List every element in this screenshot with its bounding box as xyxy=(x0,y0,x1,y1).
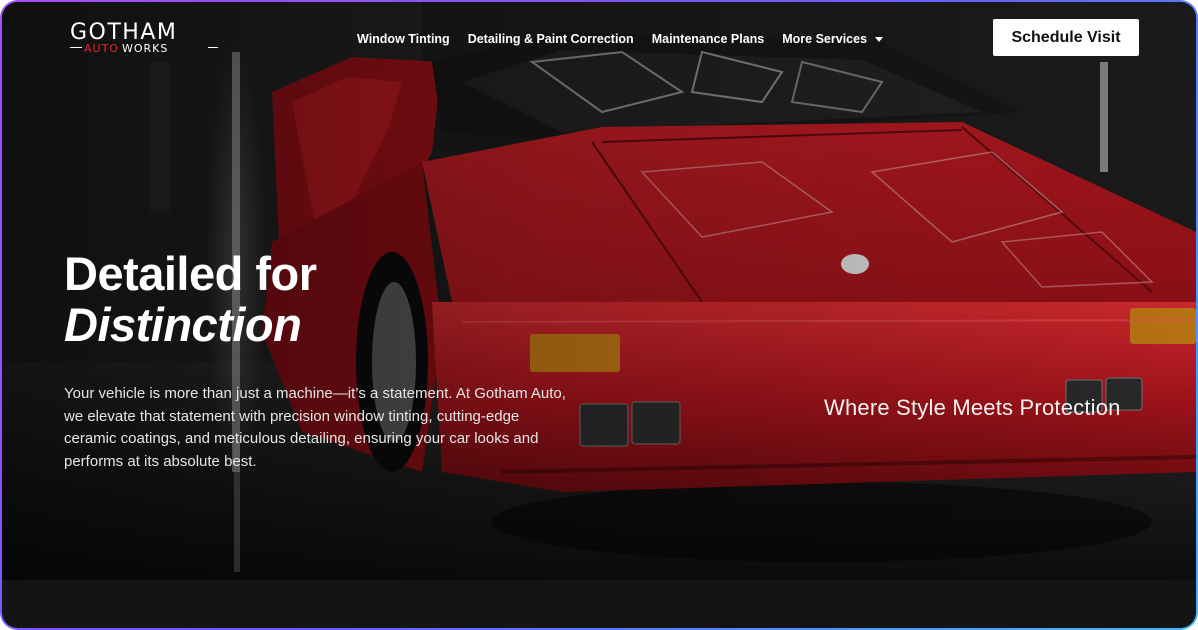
logo-subtitle-works: WORKS xyxy=(121,42,169,55)
nav-item-detailing[interactable]: Detailing & Paint Correction xyxy=(468,30,634,48)
chevron-down-icon xyxy=(875,36,884,42)
hero-section: GOTHAM AUTO WORKS Window Tinting Detailin… xyxy=(2,2,1196,580)
logo-divider-right xyxy=(208,47,218,48)
section-divider-band xyxy=(2,580,1196,628)
nav-item-window-tinting[interactable]: Window Tinting xyxy=(357,30,450,48)
hero-headline: Detailed for Distinction xyxy=(64,248,317,350)
nav-item-more-services[interactable]: More Services xyxy=(782,30,884,48)
brand-logo[interactable]: GOTHAM AUTO WORKS xyxy=(70,20,220,56)
schedule-visit-button[interactable]: Schedule Visit xyxy=(993,19,1139,56)
nav-item-maintenance-plans[interactable]: Maintenance Plans xyxy=(652,30,765,48)
logo-divider-left xyxy=(70,47,82,48)
hero-description: Your vehicle is more than just a machine… xyxy=(64,385,566,470)
page-frame: GOTHAM AUTO WORKS Window Tinting Detailin… xyxy=(0,0,1198,630)
logo-subtitle-auto: AUTO xyxy=(84,42,119,55)
hero-headline-line2: Distinction xyxy=(64,298,302,351)
hero-tagline: Where Style Meets Protection xyxy=(824,395,1121,420)
hero-headline-line1: Detailed for xyxy=(64,247,317,300)
main-nav: Window Tinting Detailing & Paint Correct… xyxy=(357,30,901,48)
nav-item-more-services-label: More Services xyxy=(782,32,868,46)
logo-subtitle: AUTO WORKS xyxy=(84,42,168,55)
